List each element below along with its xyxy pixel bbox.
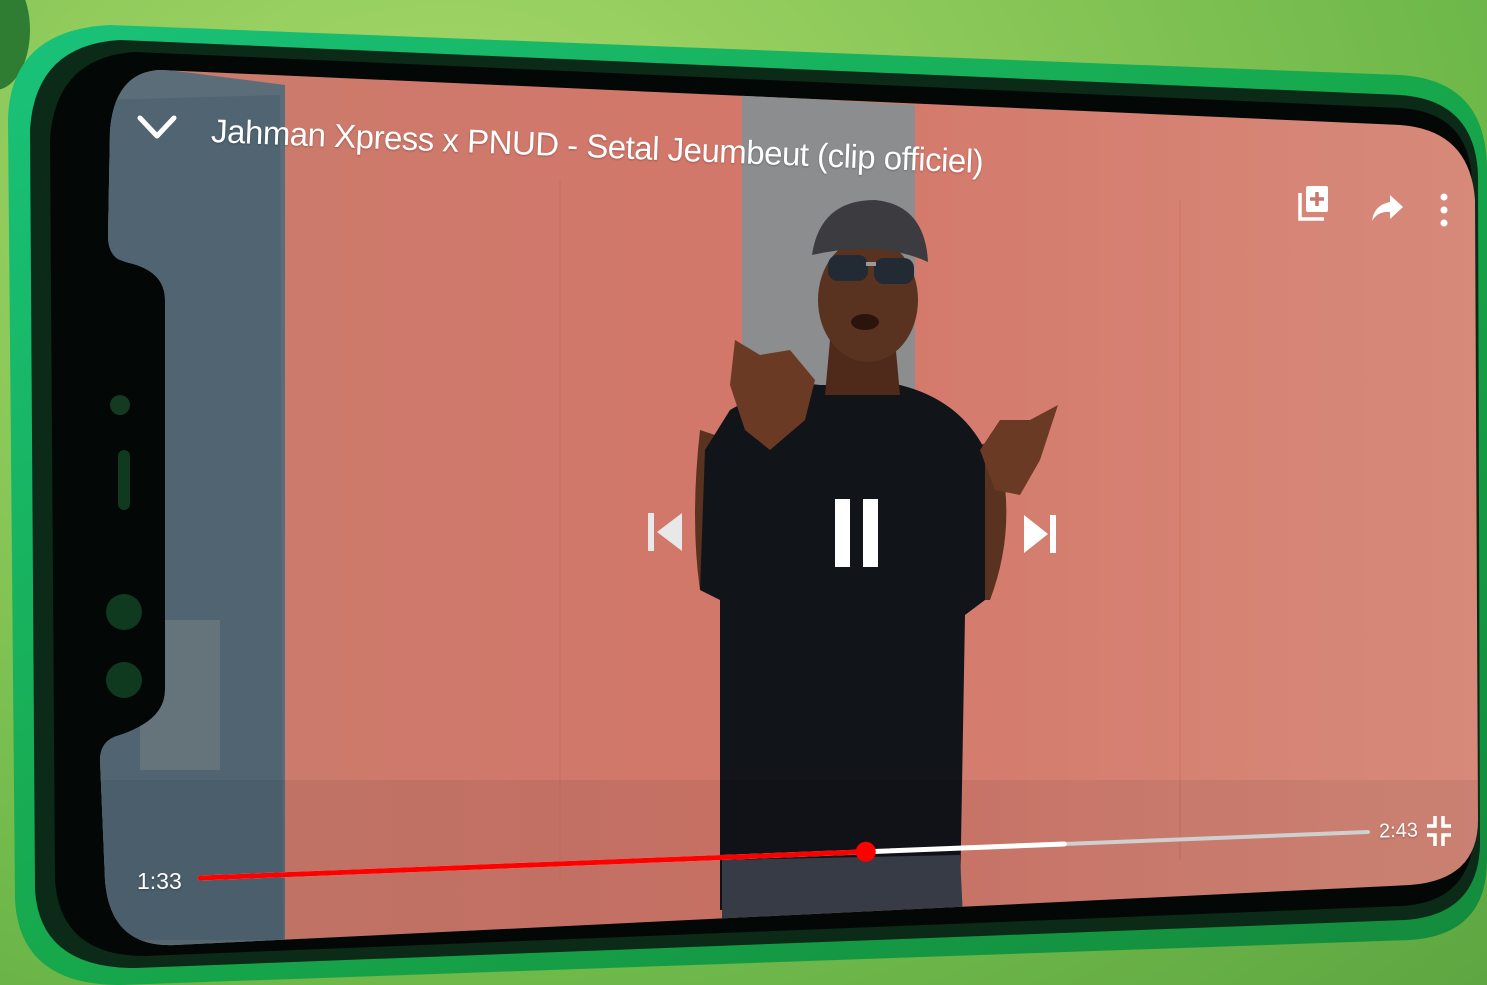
current-time: 1:33 bbox=[137, 868, 182, 894]
progress-played bbox=[197, 849, 869, 881]
progress-bar[interactable] bbox=[0, 0, 1487, 985]
fullscreen-exit-icon bbox=[1427, 816, 1451, 846]
exit-fullscreen-button[interactable] bbox=[1426, 814, 1452, 848]
progress-scrubber bbox=[855, 841, 876, 862]
duration: 2:43 bbox=[1378, 819, 1419, 843]
